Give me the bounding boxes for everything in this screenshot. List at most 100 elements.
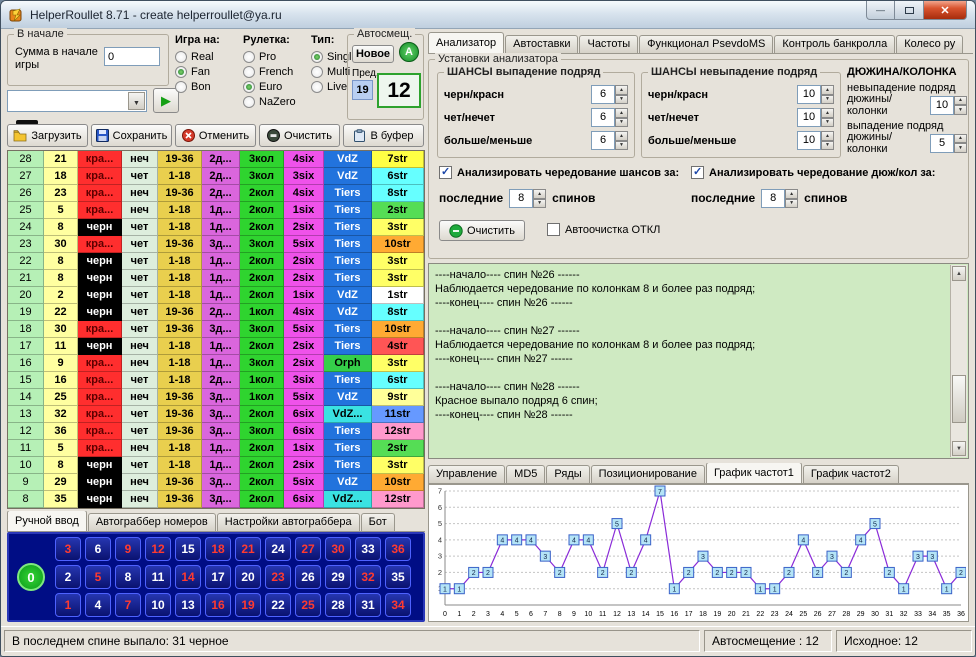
number-button-16[interactable]: 16 — [205, 593, 231, 617]
radio-dot-icon[interactable] — [311, 51, 323, 63]
spinner-buttons[interactable] — [615, 108, 628, 127]
number-button-15[interactable]: 15 — [175, 537, 201, 561]
radio-dot-icon[interactable] — [243, 81, 255, 93]
number-button-29[interactable]: 29 — [325, 565, 351, 589]
number-button-10[interactable]: 10 — [145, 593, 171, 617]
spinner-down-icon[interactable] — [954, 105, 967, 115]
spin-row[interactable]: 255кра...неч1-181д...2кол1sixTiers2str — [8, 202, 424, 219]
scrollbar-thumb[interactable] — [952, 375, 966, 423]
number-button-3[interactable]: 3 — [55, 537, 81, 561]
number-button-26[interactable]: 26 — [295, 565, 321, 589]
spinner-value[interactable]: 10 — [797, 85, 821, 104]
number-button-20[interactable]: 20 — [235, 565, 261, 589]
spin-row[interactable]: 835черннеч19-363д...2кол6sixVdZ...12str — [8, 491, 424, 508]
number-button-25[interactable]: 25 — [295, 593, 321, 617]
number-button-2[interactable]: 2 — [55, 565, 81, 589]
tab-функционал-psevdoms[interactable]: Функционал PsevdoMS — [639, 35, 773, 53]
number-button-6[interactable]: 6 — [85, 537, 111, 561]
tab-ряды[interactable]: Ряды — [546, 465, 589, 483]
spin-row[interactable]: 2821кра...неч19-362д...3кол4sixVdZ7str — [8, 151, 424, 168]
number-button-11[interactable]: 11 — [145, 565, 171, 589]
spinner-value[interactable]: 10 — [797, 108, 821, 127]
spin-row[interactable]: 108чернчет1-181д...2кол2sixTiers3str — [8, 457, 424, 474]
number-button-17[interactable]: 17 — [205, 565, 231, 589]
analysis-log[interactable]: ----начало---- спин №26 ------Наблюдаетс… — [428, 263, 969, 459]
spinner-buttons[interactable] — [954, 134, 967, 153]
preset-combobox[interactable] — [7, 90, 147, 112]
spinner-value[interactable]: 10 — [797, 131, 821, 150]
number-button-21[interactable]: 21 — [235, 537, 261, 561]
spinner-value[interactable]: 8 — [509, 189, 533, 208]
clear-log-button[interactable]: Очистить — [439, 220, 525, 241]
autoclean-checkbox[interactable] — [547, 223, 560, 236]
number-button-7[interactable]: 7 — [115, 593, 141, 617]
radio-dot-icon[interactable] — [311, 81, 323, 93]
analyze-chances-checkbox[interactable] — [439, 166, 452, 179]
combobox-dropdown-button[interactable] — [128, 92, 145, 110]
spinner[interactable]: 10 — [797, 85, 834, 104]
number-button-32[interactable]: 32 — [355, 565, 381, 589]
radio-option-bon[interactable]: Bon — [175, 79, 239, 94]
number-button-13[interactable]: 13 — [175, 593, 201, 617]
titlebar[interactable]: HelperRoullet 8.71 - create helperroulle… — [1, 1, 975, 29]
number-button-30[interactable]: 30 — [325, 537, 351, 561]
spinner-up-icon[interactable] — [615, 131, 628, 141]
tab-частоты[interactable]: Частоты — [579, 35, 638, 53]
tab-автограббер-номеров[interactable]: Автограббер номеров — [88, 513, 216, 531]
spinner-up-icon[interactable] — [821, 85, 834, 95]
number-button-24[interactable]: 24 — [265, 537, 291, 561]
spinner-buttons[interactable] — [785, 189, 798, 208]
start-sum-input[interactable] — [104, 47, 160, 66]
number-button-34[interactable]: 34 — [385, 593, 411, 617]
spinner-buttons[interactable] — [821, 131, 834, 150]
spinner-down-icon[interactable] — [615, 141, 628, 151]
number-button-33[interactable]: 33 — [355, 537, 381, 561]
number-button-12[interactable]: 12 — [145, 537, 171, 561]
toolbar-button-clean[interactable]: Очистить — [259, 124, 340, 147]
number-button-18[interactable]: 18 — [205, 537, 231, 561]
spinner-down-icon[interactable] — [615, 95, 628, 105]
spinner-up-icon[interactable] — [821, 131, 834, 141]
spin-row[interactable]: 2330кра...чет19-363д...3кол5sixTiers10st… — [8, 236, 424, 253]
number-button-35[interactable]: 35 — [385, 565, 411, 589]
number-button-9[interactable]: 9 — [115, 537, 141, 561]
tab-анализатор[interactable]: Анализатор — [428, 32, 504, 53]
spin-row[interactable]: 1711черннеч1-181д...2кол2sixTiers4str — [8, 338, 424, 355]
tab-график-частот1[interactable]: График частот1 — [706, 463, 802, 483]
spin-row[interactable]: 115кра...неч1-181д...2кол1sixTiers2str — [8, 440, 424, 457]
tab-позиционирование[interactable]: Позиционирование — [591, 465, 705, 483]
number-button-19[interactable]: 19 — [235, 593, 261, 617]
tab-график-частот2[interactable]: График частот2 — [803, 465, 899, 483]
toolbar-button-cancel[interactable]: Отменить — [175, 124, 256, 147]
spinner-up-icon[interactable] — [954, 134, 967, 144]
spinner-up-icon[interactable] — [821, 108, 834, 118]
spinner-value[interactable]: 8 — [761, 189, 785, 208]
radio-dot-icon[interactable] — [175, 81, 187, 93]
spinner[interactable]: 8 — [509, 189, 546, 208]
spinner[interactable]: 10 — [797, 108, 834, 127]
spinner[interactable]: 6 — [591, 85, 628, 104]
spin-row[interactable]: 1332кра...чет19-363д...2кол6sixVdZ...11s… — [8, 406, 424, 423]
tab-бот[interactable]: Бот — [361, 513, 395, 531]
number-button-14[interactable]: 14 — [175, 565, 201, 589]
log-scrollbar[interactable] — [950, 265, 967, 457]
radio-dot-icon[interactable] — [175, 51, 187, 63]
spinner-buttons[interactable] — [954, 96, 967, 115]
number-button-8[interactable]: 8 — [115, 565, 141, 589]
spinner-buttons[interactable] — [615, 85, 628, 104]
tab-автоставки[interactable]: Автоставки — [505, 35, 578, 53]
radio-dot-icon[interactable] — [243, 66, 255, 78]
spin-row[interactable]: 1922чернчет19-362д...1кол4sixVdZ8str — [8, 304, 424, 321]
toolbar-button-save[interactable]: Сохранить — [91, 124, 172, 147]
spinner-up-icon[interactable] — [615, 85, 628, 95]
spinner[interactable]: 10 — [797, 131, 834, 150]
spinner-down-icon[interactable] — [821, 118, 834, 128]
spin-row[interactable]: 2623кра...неч19-362д...2кол4sixTiers8str — [8, 185, 424, 202]
spin-row[interactable]: 1425кра...неч19-363д...1кол5sixVdZ9str — [8, 389, 424, 406]
tab-колесо-ру[interactable]: Колесо ру — [896, 35, 963, 53]
radio-dot-icon[interactable] — [311, 66, 323, 78]
spinner-buttons[interactable] — [615, 131, 628, 150]
spinner[interactable]: 6 — [591, 131, 628, 150]
tab-управление[interactable]: Управление — [428, 465, 505, 483]
radio-option-fan[interactable]: Fan — [175, 64, 239, 79]
